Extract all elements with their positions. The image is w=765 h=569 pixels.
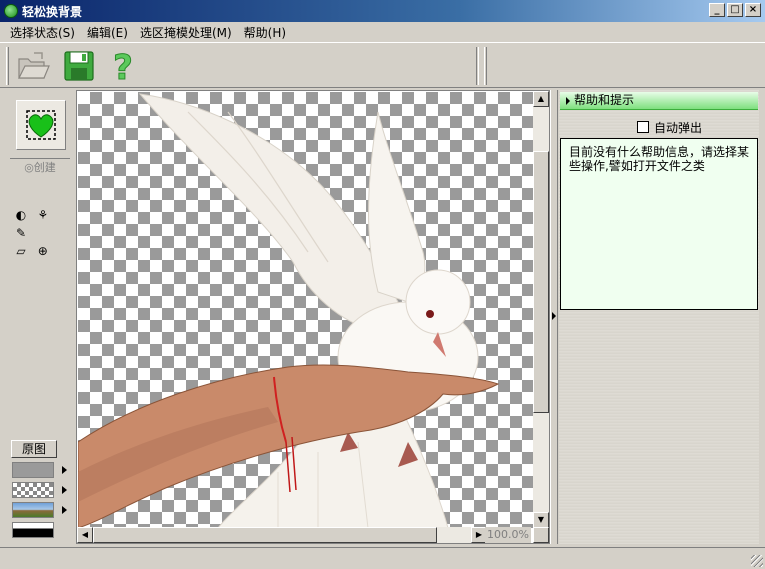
menu-edit[interactable]: 编辑(E) — [83, 24, 136, 41]
app-icon — [4, 4, 18, 18]
horizontal-scrollbar[interactable]: ◀ ▶ — [77, 527, 487, 543]
panel-splitter[interactable] — [550, 90, 558, 544]
vertical-scrollbar[interactable]: ▲ ▼ — [533, 91, 549, 528]
help-text: 目前没有什么帮助信息，请选择某些操作,譬如打开文件之类 — [569, 145, 750, 173]
title-bar: 轻松换背景 _ □ × — [0, 0, 765, 22]
contrast-tool-icon[interactable]: ◐ — [13, 207, 29, 223]
lasso-tool-icon[interactable]: ⚘ — [35, 207, 51, 223]
menu-selection-mask[interactable]: 选区掩模处理(M) — [136, 24, 240, 41]
heart-selection-icon — [26, 110, 56, 140]
toolbar: ? — [0, 42, 765, 88]
toolbar-grip[interactable] — [6, 47, 9, 85]
tool-panel: ◎创建 ◐ ⚘ ✎ ▱ ⊕ 原图 — [6, 90, 74, 542]
svg-text:?: ? — [113, 49, 133, 83]
vertical-scroll-thumb[interactable] — [533, 151, 549, 413]
canvas-frame: ▲ ▼ ◀ ▶ 100.0% — [76, 90, 550, 544]
auto-popup-label: 自动弹出 — [654, 120, 703, 135]
horizontal-scroll-thumb[interactable] — [93, 527, 437, 543]
bg-swatch-mask[interactable] — [12, 522, 54, 538]
bg-swatch-gray[interactable] — [12, 462, 54, 478]
bg-swatch-checker[interactable] — [12, 482, 54, 498]
minimize-button[interactable]: _ — [709, 3, 725, 17]
zoom-level: 100.0% — [485, 527, 531, 543]
help-panel-header[interactable]: 帮助和提示 — [560, 92, 758, 110]
menu-bar: 选择状态(S) 编辑(E) 选区掩模处理(M) 帮助(H) — [0, 22, 765, 42]
maximize-button[interactable]: □ — [727, 3, 743, 17]
close-button[interactable]: × — [745, 3, 761, 17]
splitter-arrow-icon[interactable] — [552, 312, 556, 320]
scroll-up-icon[interactable]: ▲ — [533, 91, 549, 107]
help-question-icon[interactable]: ? — [106, 49, 140, 83]
bg-swatch-landscape[interactable] — [12, 502, 54, 518]
window-title: 轻松换背景 — [22, 4, 83, 19]
scroll-left-icon[interactable]: ◀ — [77, 527, 93, 543]
swatch-landscape-arrow-icon[interactable] — [62, 506, 67, 514]
original-image-button[interactable]: 原图 — [11, 440, 57, 458]
zoom-tool-icon[interactable]: ⊕ — [35, 243, 51, 259]
eraser-tool-icon[interactable]: ▱ — [13, 243, 29, 259]
help-panel-title: 帮助和提示 — [574, 93, 635, 107]
auto-popup-checkbox[interactable] — [637, 121, 649, 133]
status-bar — [0, 547, 765, 569]
window-controls: _ □ × — [709, 3, 761, 17]
small-tool-grid: ◐ ⚘ ✎ ▱ ⊕ — [12, 206, 72, 260]
menu-select-state[interactable]: 选择状态(S) — [6, 24, 83, 41]
save-disk-icon[interactable] — [62, 49, 96, 83]
menu-help[interactable]: 帮助(H) — [240, 24, 294, 41]
toolbar-separator — [476, 47, 479, 85]
fit-window-button[interactable] — [533, 527, 549, 543]
image-canvas[interactable] — [78, 92, 534, 528]
dove-on-hand-image — [78, 93, 500, 528]
selection-tool-button[interactable] — [16, 100, 66, 150]
help-text-box: 目前没有什么帮助信息，请选择某些操作,譬如打开文件之类 — [560, 138, 758, 310]
swatch-checker-arrow-icon[interactable] — [62, 486, 67, 494]
help-panel: 帮助和提示 自动弹出 目前没有什么帮助信息，请选择某些操作,譬如打开文件之类 — [559, 90, 759, 544]
expand-arrow-icon — [566, 96, 570, 105]
create-button[interactable]: ◎创建 — [10, 158, 70, 176]
swatch-gray-arrow-icon[interactable] — [62, 466, 67, 474]
open-folder-icon[interactable] — [16, 49, 50, 83]
resize-grip-icon[interactable] — [751, 555, 763, 567]
toolbar-grip-2[interactable] — [484, 47, 487, 85]
auto-popup-toggle[interactable]: 自动弹出 — [637, 118, 702, 136]
brush-tool-icon[interactable]: ✎ — [13, 225, 29, 241]
scroll-down-icon[interactable]: ▼ — [533, 512, 549, 528]
